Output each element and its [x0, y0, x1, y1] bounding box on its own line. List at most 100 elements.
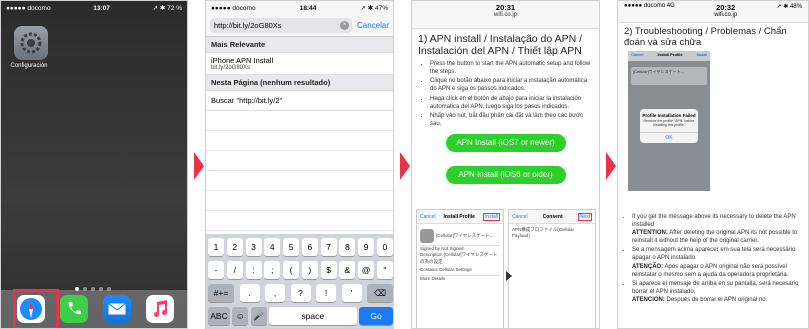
list-item: Clique no botão abaixo para iniciar a in…	[430, 77, 591, 93]
keyboard-key[interactable]: "	[376, 261, 393, 279]
keyboard-key[interactable]: 5	[283, 238, 300, 256]
phone-app[interactable]	[59, 295, 88, 323]
list-item: Se a mensagem acima aparecer em sua tela…	[632, 246, 802, 278]
list-item: Press the button to start the APN automa…	[430, 60, 591, 76]
time-label: 20:31	[495, 3, 516, 12]
safari-highlight-box	[13, 289, 59, 328]
keyboard-key[interactable]: ?	[290, 284, 311, 302]
battery-label: ➚ ✱ 72 %	[152, 5, 182, 12]
url-input[interactable]: http://bit.ly/2oG80Xs ×	[210, 18, 352, 33]
mini-next-button: Next	[577, 212, 592, 221]
keyboard-key[interactable]: '	[341, 284, 362, 302]
keyboard-key[interactable]: :	[245, 261, 262, 279]
carrier-label: ●●●●● docomo 4G	[624, 3, 675, 9]
time-label: 13:07	[93, 4, 110, 12]
domain-label: wifi.co.jp	[493, 12, 517, 18]
section-header-relevant: Mais Relevante	[206, 37, 393, 53]
keyboard-key[interactable]: .	[239, 284, 260, 302]
keyboard-key[interactable]: #+=	[208, 284, 234, 302]
keyboard-key[interactable]: 0	[376, 238, 393, 256]
browser-header: ●●●●● docomo 4G 20:32 wifi.co.jp ➚ ✱ 48%	[618, 1, 808, 23]
gear-icon	[420, 229, 434, 243]
status-bar: ●●●●● docomo 13:07 ➚ ✱ 72 %	[1, 1, 187, 15]
page-title: 1) APN install / Instalação do APN / Ins…	[418, 33, 583, 58]
consent-screenshot: Cancel Consent Next APN構成プロファイル(Cellular…	[508, 209, 596, 328]
keyboard-key[interactable]: 8	[339, 238, 356, 256]
troubleshooting-list: If you get the message above its necessa…	[618, 213, 808, 305]
envelope-icon	[107, 303, 126, 315]
keyboard-key[interactable]: 2	[226, 238, 243, 256]
keyboard-key[interactable]: 4	[264, 238, 281, 256]
keyboard-key[interactable]: ABC	[208, 307, 230, 325]
mini-nav-bar: Cancel Install Profile Install	[417, 210, 503, 224]
phone-home-screen: ●●●●● docomo 13:07 ➚ ✱ 72 % Configuració…	[0, 0, 188, 329]
keyboard-key[interactable]: 3	[245, 238, 262, 256]
mini-install-button: Install	[482, 212, 500, 221]
clear-icon[interactable]: ×	[339, 21, 349, 30]
page-title: 2) Troubleshooting / Problemas / Chẩn đo…	[624, 26, 787, 48]
keyboard-key[interactable]: /	[226, 261, 243, 279]
list-item: Si aparece el mensaje de arriba en su pa…	[632, 280, 802, 304]
step-arrow-2	[400, 152, 410, 180]
mini-body: [Cellular]ワイヤレスゲート... Signed by Not Sign…	[417, 224, 503, 285]
keyboard-key[interactable]: ⌫	[367, 284, 393, 302]
domain-label: wifi.co.jp	[714, 12, 738, 18]
keyboard-key[interactable]: &	[339, 261, 356, 279]
list-item: If you get the message above its necessa…	[632, 213, 802, 245]
carrier-label: ●●●●● docomo	[211, 4, 256, 12]
mail-app[interactable]	[102, 295, 131, 323]
keyboard-key[interactable]: -	[208, 261, 224, 279]
settings-app[interactable]: Configuración	[10, 26, 51, 69]
keyboard-key[interactable]: @	[358, 261, 375, 279]
list-item: Haga click en el botón de abajo para ini…	[430, 95, 591, 111]
mini-body: APN構成プロファイル(Cellular Payload)	[512, 227, 575, 239]
keyboard-key[interactable]: ☺	[232, 307, 249, 325]
battery-label: ➚ ✱ 47%	[360, 5, 388, 12]
keyboard-key[interactable]: 1	[208, 238, 224, 256]
suggestion-item[interactable]: iPhone APN Install bit.ly/2oG80Xs	[206, 53, 393, 75]
keyboard-key[interactable]: $	[320, 261, 337, 279]
mini-nav-bar: Cancel Install Profile Install	[628, 51, 710, 61]
time-label: 20:32	[716, 3, 736, 12]
suggestion-title: iPhone APN Install	[211, 56, 274, 65]
phone-icon	[68, 302, 81, 315]
apn-install-ios6-button[interactable]: APN Install (iOS6 or older)	[445, 165, 566, 184]
cancel-button[interactable]: Cancelar	[357, 21, 389, 30]
mini-title: Consent	[542, 213, 563, 220]
search-suggestion-text: Buscar "http://bit.ly/2"	[211, 96, 283, 105]
browser-header: 20:31 wifi.co.jp	[412, 1, 599, 29]
list-item: Nhấp vào nút, bắt đầu phần cài đặt và là…	[430, 112, 591, 128]
url-text: http://bit.ly/2oG80Xs	[214, 21, 282, 30]
keyboard-key[interactable]: (	[283, 261, 300, 279]
mini-cancel: Cancel	[512, 213, 528, 220]
mini-title: Install Profile	[443, 213, 475, 220]
tutorial-stage: ●●●●● docomo 13:07 ➚ ✱ 72 % Configuració…	[0, 0, 809, 329]
phone-apn-install: 20:31 wifi.co.jp 1) APN install / Instal…	[411, 0, 600, 329]
error-screenshot: Cancel Install Profile Install [Cellular…	[628, 51, 710, 191]
suggestion-url: bit.ly/2oG80Xs	[211, 65, 251, 71]
status-bar: ●●●●● docomo 18:44 ➚ ✱ 47%	[206, 1, 393, 15]
step-arrow-3	[606, 152, 616, 180]
keyboard-key[interactable]: 🎤	[250, 307, 267, 325]
keyboard-key[interactable]: space	[268, 307, 357, 325]
search-suggestion[interactable]: Buscar "http://bit.ly/2"	[206, 91, 393, 111]
phone-troubleshooting: ●●●●● docomo 4G 20:32 wifi.co.jp ➚ ✱ 48%…	[617, 0, 809, 329]
mini-cancel: Cancel	[420, 213, 436, 220]
keyboard-key[interactable]: 6	[301, 238, 318, 256]
gear-icon	[14, 26, 48, 60]
keyboard-key[interactable]: 9	[358, 238, 375, 256]
phone-safari-url: ●●●●● docomo 18:44 ➚ ✱ 47% http://bit.ly…	[205, 0, 394, 329]
music-app[interactable]	[145, 295, 174, 323]
keyboard-key[interactable]: !	[316, 284, 336, 302]
mini-nav-bar: Cancel Consent Next	[509, 210, 595, 224]
step-arrow-1	[194, 152, 204, 180]
section-header-page: Nesta Página (nenhum resultado)	[206, 75, 393, 91]
keyboard: 1234567890 - /:;() $ & @ " #+=.,?! ' ⌫ ABC ☺ 🎤 spa…	[206, 234, 393, 328]
keyboard-key[interactable]: )	[301, 261, 318, 279]
keyboard-key[interactable]: ,	[265, 284, 285, 302]
keyboard-key[interactable]: Go	[359, 307, 393, 325]
keyboard-key[interactable]: 7	[320, 238, 337, 256]
keyboard-key[interactable]: ;	[264, 261, 281, 279]
apn-install-ios7-button[interactable]: APN Install (iOS7 or newer)	[445, 133, 566, 152]
error-dialog: Profile Installation Failed Remove the p…	[640, 109, 698, 143]
